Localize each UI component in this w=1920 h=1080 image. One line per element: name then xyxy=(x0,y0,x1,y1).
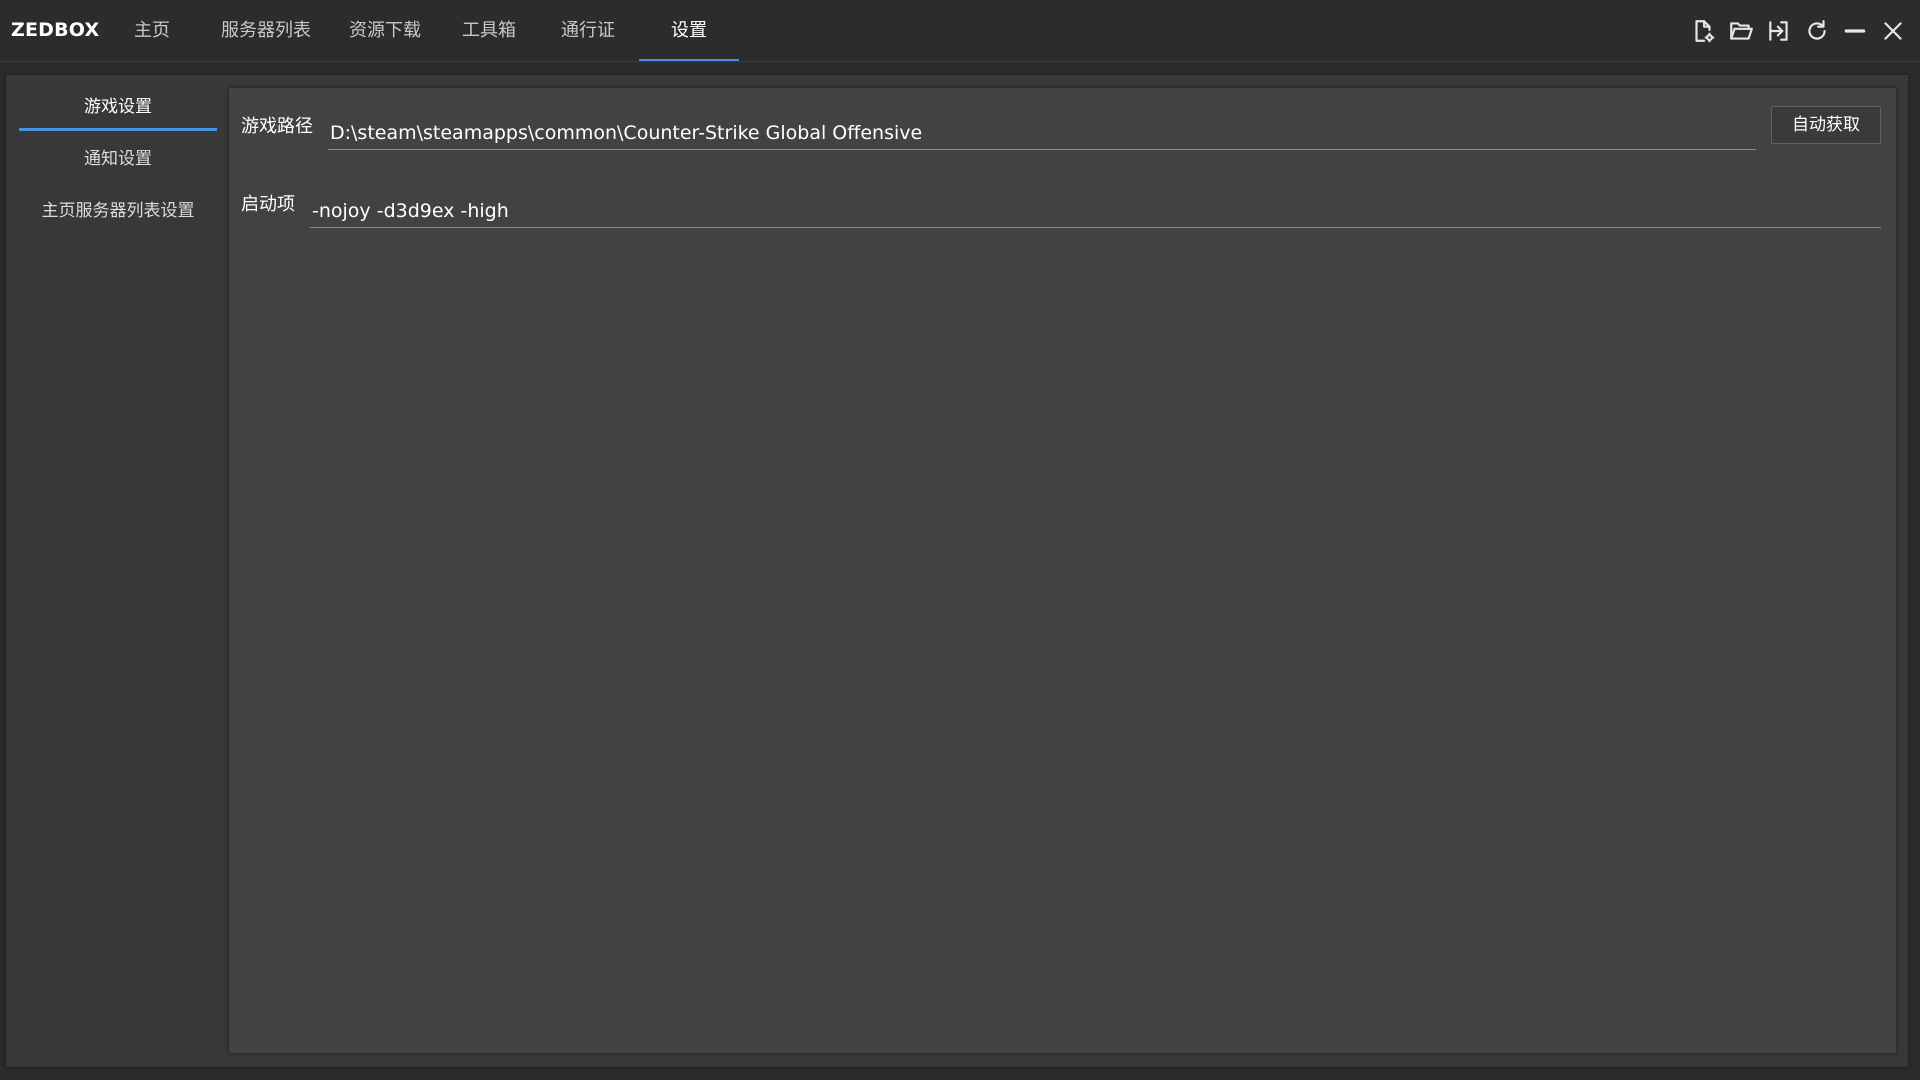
auto-detect-button[interactable]: 自动获取 xyxy=(1771,106,1881,144)
tab-toolbox[interactable]: 工具箱 xyxy=(456,0,522,62)
app-title: ZEDBOX xyxy=(11,19,100,41)
game-path-input[interactable] xyxy=(328,116,1756,150)
tab-resource-download[interactable]: 资源下载 xyxy=(345,0,425,62)
folder-open-icon[interactable] xyxy=(1726,16,1756,46)
tab-home[interactable]: 主页 xyxy=(128,0,176,62)
sidebar-item-game-settings[interactable]: 游戏设置 xyxy=(19,87,217,131)
refresh-icon[interactable] xyxy=(1802,16,1832,46)
sidebar-item-notification-settings[interactable]: 通知设置 xyxy=(19,139,217,179)
settings-panel: 游戏路径 自动获取 启动项 xyxy=(229,88,1896,1053)
game-path-label: 游戏路径 xyxy=(241,116,313,137)
close-icon[interactable] xyxy=(1878,16,1908,46)
launch-options-label: 启动项 xyxy=(241,194,295,215)
login-icon[interactable] xyxy=(1764,16,1794,46)
minimize-icon[interactable] xyxy=(1840,16,1870,46)
window-controls xyxy=(1688,16,1908,46)
tab-settings[interactable]: 设置 xyxy=(639,0,739,62)
tab-server-list[interactable]: 服务器列表 xyxy=(214,0,318,62)
file-settings-icon[interactable] xyxy=(1688,16,1718,46)
sidebar-item-home-server-list-settings[interactable]: 主页服务器列表设置 xyxy=(19,191,217,231)
launch-options-input[interactable] xyxy=(310,194,1881,228)
tab-pass[interactable]: 通行证 xyxy=(555,0,621,62)
title-bar: ZEDBOX 主页 服务器列表 资源下载 工具箱 通行证 设置 xyxy=(0,0,1920,62)
